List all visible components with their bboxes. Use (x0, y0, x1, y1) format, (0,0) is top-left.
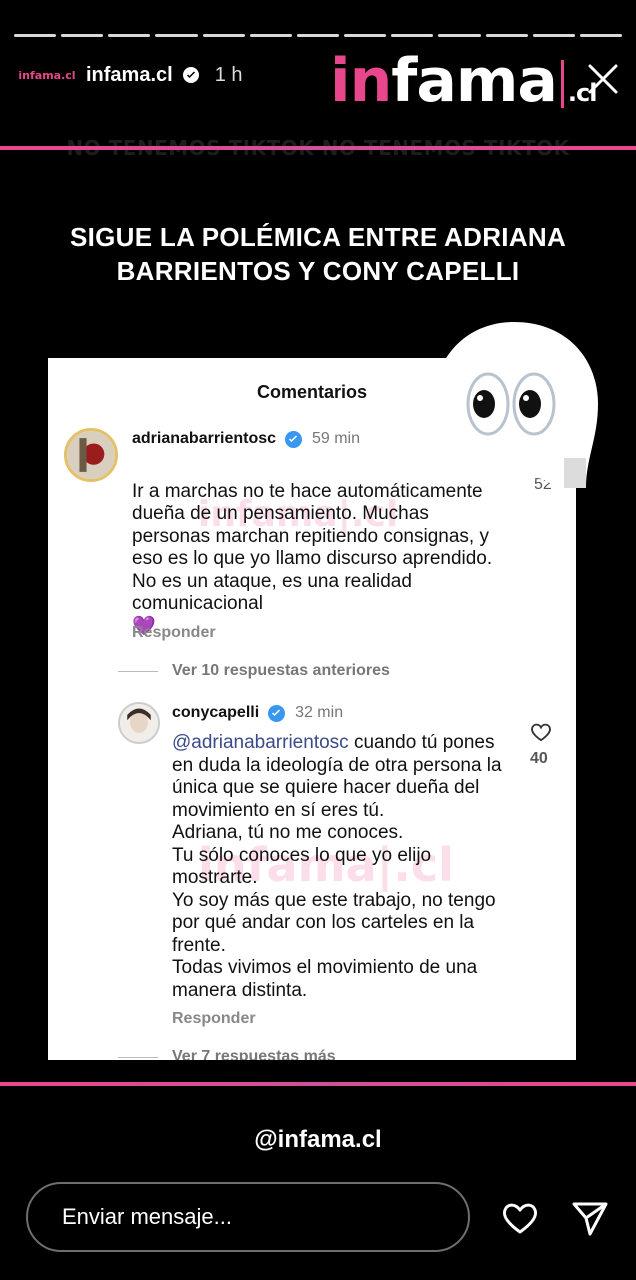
eyes-emoji-sticker (434, 322, 598, 488)
reply-bar: Enviar mensaje... (0, 1152, 636, 1280)
comment-header: adrianabarrientosc 59 min (132, 430, 360, 448)
commenter-avatar[interactable] (118, 702, 160, 744)
commenter-username[interactable]: adrianabarrientosc (132, 430, 276, 447)
send-message-input[interactable]: Enviar mensaje... (26, 1182, 470, 1252)
mini-logo-text: infama.cl (18, 68, 76, 82)
story-viewer: infama.cl infama.cl 1 h infama .cl NO TEN… (0, 0, 636, 1280)
profile-avatar[interactable]: infama.cl (18, 62, 76, 88)
comment-header: conycapelli 32 min (172, 704, 343, 722)
verified-badge-icon (284, 430, 302, 448)
view-more-replies[interactable]: Ver 7 respuestas más (172, 1048, 336, 1060)
story-username[interactable]: infama.cl (86, 64, 173, 87)
brand-logo: infama .cl (330, 46, 597, 116)
like-heart-icon[interactable] (530, 722, 552, 742)
thread-line (118, 1057, 158, 1058)
like-count: 40 (530, 750, 548, 767)
commenter-avatar[interactable] (64, 428, 118, 482)
footer-handle: @infama.cl (254, 1126, 382, 1152)
heart-icon[interactable] (500, 1198, 540, 1238)
comment-text: @adrianabarrientosc cuando tú pones en d… (172, 732, 502, 1001)
story-time: 1 h (214, 63, 243, 86)
story-progress-bar (14, 34, 623, 37)
divider-top (0, 146, 636, 150)
commenter-username[interactable]: conycapelli (172, 704, 259, 721)
divider-bottom (0, 1082, 636, 1086)
comment-time: 59 min (311, 430, 360, 447)
reply-button[interactable]: Responder (172, 1010, 256, 1028)
story-canvas[interactable]: infama.cl infama.cl 1 h infama .cl NO TEN… (0, 22, 636, 1152)
close-icon[interactable] (586, 62, 620, 96)
view-previous-replies[interactable]: Ver 10 respuestas anteriores (172, 662, 390, 680)
story-header: infama.cl infama.cl 1 h (18, 62, 243, 88)
verified-badge-icon (182, 67, 199, 83)
thread-line (118, 671, 158, 672)
verified-badge-icon (267, 704, 285, 722)
story-headline: SIGUE LA POLÉMICA ENTRE ADRIANA BARRIENT… (69, 222, 567, 286)
reply-button[interactable]: Responder (132, 624, 216, 642)
comment-time: 32 min (295, 704, 344, 721)
mention-link[interactable]: @adrianabarrientosc (172, 732, 349, 753)
send-icon[interactable] (570, 1198, 610, 1238)
